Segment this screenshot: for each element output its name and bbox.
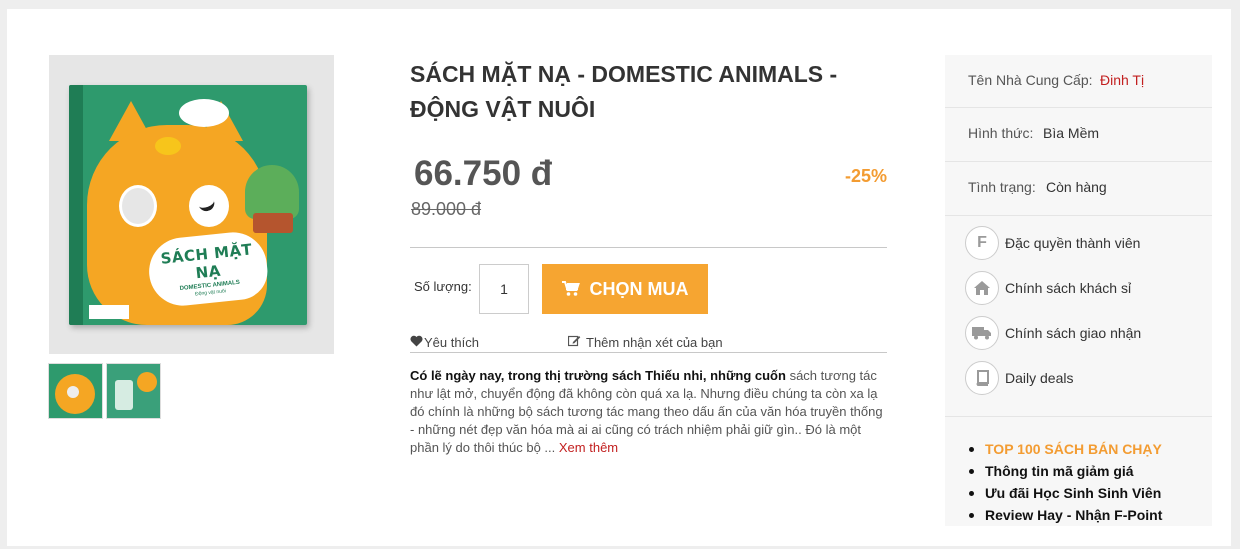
cart-icon [561,281,580,297]
product-description: Có lẽ ngày nay, trong thị trường sách Th… [410,367,887,457]
book-cover: SÁCH MẶT NẠ DOMESTIC ANIMALS Động vật nu… [69,85,307,325]
cover-illustration-pot [253,213,293,233]
divider [945,416,1212,417]
cover-illustration-bird [155,137,181,155]
status-label: Tình trạng: [968,179,1036,195]
thumbnail-1[interactable] [48,363,103,419]
product-sidebar: Tên Nhà Cung Cấp: Đinh Tị Hình thức: Bìa… [945,55,1212,526]
book-spine [69,85,83,325]
sidebar-links: TOP 100 SÁCH BÁN CHẠY Thông tin mã giảm … [969,438,1162,526]
buy-button[interactable]: CHỌN MUA [542,264,708,314]
add-review-label: Thêm nhận xét của bạn [586,335,723,350]
perk-member[interactable]: F Đặc quyền thành viên [965,226,1140,260]
supplier-row: Tên Nhà Cung Cấp: Đinh Tị [945,55,1212,108]
book-icon [965,361,999,395]
product-page: SÁCH MẶT NẠ DOMESTIC ANIMALS Động vật nu… [7,9,1231,546]
perk-label: Đặc quyền thành viên [1005,235,1141,251]
quantity-label: Số lượng: [414,279,472,294]
sidebar-link-students[interactable]: Ưu đãi Học Sinh Sinh Viên [969,482,1162,504]
status-row: Tình trạng: Còn hàng [945,162,1212,216]
cover-speech-bubble [179,99,229,127]
quantity-input[interactable] [479,264,529,314]
sidebar-link-review[interactable]: Review Hay - Nhận F-Point [969,504,1162,526]
cover-eye [189,185,229,227]
supplier-label: Tên Nhà Cung Cấp: [968,72,1093,88]
product-title: SÁCH MẶT NẠ - DOMESTIC ANIMALS - ĐỘNG VẬ… [410,61,838,122]
cover-eye-hole [119,185,157,227]
publisher-logo [89,305,129,319]
fahasa-f-icon: F [965,226,999,260]
description-intro: Có lẽ ngày nay, trong thị trường sách Th… [410,368,786,383]
perk-label: Chính sách khách sỉ [1005,280,1132,296]
like-label: Yêu thích [424,335,479,350]
like-link[interactable]: Yêu thích [410,335,479,350]
perk-delivery[interactable]: Chính sách giao nhận [965,316,1141,350]
truck-icon [965,316,999,350]
buy-button-label: CHỌN MUA [589,278,689,299]
format-label: Hình thức: [968,125,1034,141]
format-value: Bìa Mềm [1043,125,1100,141]
read-more-link[interactable]: Xem thêm [559,440,618,455]
perk-wholesale[interactable]: Chính sách khách sỉ [965,271,1131,305]
home-icon [965,271,999,305]
original-price: 89.000 đ [411,199,482,219]
divider [410,247,887,248]
discount-badge: -25% [844,166,887,186]
thumbnail-2[interactable] [106,363,161,419]
perk-daily-deals[interactable]: Daily deals [965,361,1073,395]
product-price: 66.750 đ [414,154,553,193]
supplier-link[interactable]: Đinh Tị [1100,72,1144,88]
sidebar-link-coupons[interactable]: Thông tin mã giảm giá [969,460,1162,482]
cover-illustration-plant [245,165,299,219]
product-main-image[interactable]: SÁCH MẶT NẠ DOMESTIC ANIMALS Động vật nu… [49,55,334,354]
format-row: Hình thức: Bìa Mềm [945,108,1212,162]
product-actions: Yêu thích Thêm nhận xét của bạn [410,334,887,353]
perk-label: Chính sách giao nhận [1005,325,1142,341]
heart-icon [410,335,423,350]
add-review-link[interactable]: Thêm nhận xét của bạn [567,335,723,350]
status-value: Còn hàng [1046,179,1107,195]
edit-icon [567,335,581,350]
perk-label: Daily deals [1005,370,1074,386]
sidebar-link-top100[interactable]: TOP 100 SÁCH BÁN CHẠY [969,438,1162,460]
